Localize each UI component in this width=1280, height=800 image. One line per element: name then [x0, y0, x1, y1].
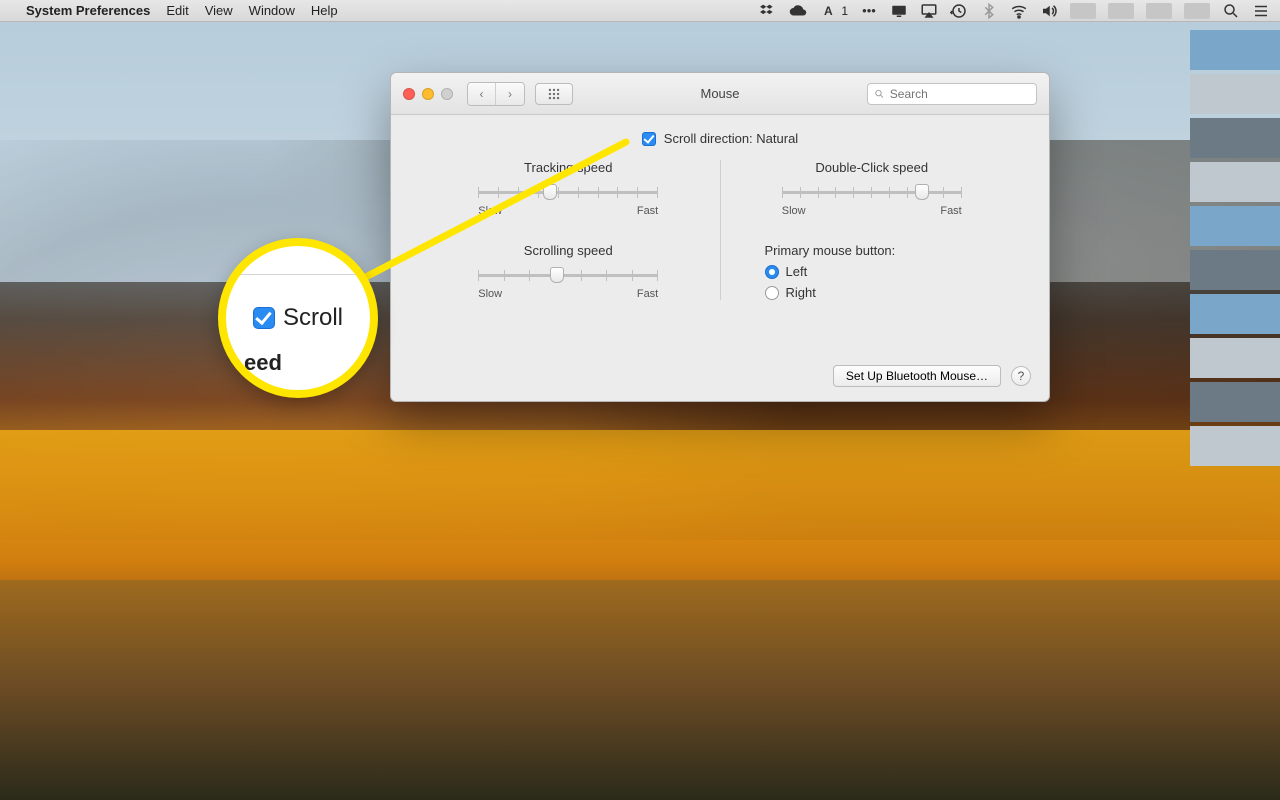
search-field-wrap[interactable]	[867, 83, 1037, 105]
wifi-icon[interactable]	[1010, 2, 1028, 20]
scroll-direction-label: Scroll direction: Natural	[664, 131, 798, 146]
window-zoom-button	[441, 88, 453, 100]
airplay-icon[interactable]	[920, 2, 938, 20]
nav-forward-button[interactable]: ›	[496, 83, 524, 105]
menu-help[interactable]: Help	[311, 3, 338, 18]
primary-right-radio[interactable]: Right	[765, 285, 816, 300]
volume-icon[interactable]	[1040, 2, 1058, 20]
callout-text: Scroll	[283, 304, 343, 332]
tracking-fast-label: Fast	[637, 205, 658, 217]
doubleclick-fast-label: Fast	[940, 205, 961, 217]
primary-button-label: Primary mouse button:	[765, 243, 896, 258]
scrolling-fast-label: Fast	[637, 288, 658, 300]
search-input[interactable]	[890, 87, 1030, 101]
doubleclick-speed-slider[interactable]	[782, 181, 962, 203]
menu-bar: System Preferences Edit View Window Help…	[0, 0, 1280, 22]
scroll-direction-checkbox[interactable]	[642, 132, 656, 146]
callout-magnifier: Scroll eed	[218, 238, 378, 398]
primary-left-label: Left	[786, 264, 808, 279]
scrolling-speed-slider[interactable]	[478, 264, 658, 286]
scrolling-slow-label: Slow	[478, 288, 502, 300]
scrolling-speed-label: Scrolling speed	[524, 243, 613, 258]
callout-checkbox-icon	[253, 307, 275, 329]
menu-view[interactable]: View	[205, 3, 233, 18]
timemachine-icon[interactable]	[950, 2, 968, 20]
more-icon[interactable]: •••	[860, 2, 878, 20]
spotlight-icon[interactable]	[1222, 2, 1240, 20]
help-button[interactable]: ?	[1011, 366, 1031, 386]
show-all-button[interactable]	[535, 83, 573, 105]
primary-left-radio[interactable]: Left	[765, 264, 816, 279]
window-titlebar: ‹ › Mouse	[391, 73, 1049, 115]
tracking-slow-label: Slow	[478, 205, 502, 217]
doubleclick-speed-label: Double-Click speed	[815, 160, 928, 175]
menu-obscured-item	[1108, 3, 1134, 19]
display-icon[interactable]	[890, 2, 908, 20]
bluetooth-icon[interactable]	[980, 2, 998, 20]
radio-dot-icon	[765, 286, 779, 300]
menu-obscured-item	[1070, 3, 1096, 19]
menu-edit[interactable]: Edit	[166, 3, 188, 18]
menu-obscured-item	[1184, 3, 1210, 19]
radio-dot-icon	[765, 265, 779, 279]
primary-right-label: Right	[786, 285, 816, 300]
window-minimize-button[interactable]	[422, 88, 434, 100]
mouse-preferences-window: ‹ › Mouse Scroll direction: Natural Trac…	[390, 72, 1050, 402]
search-icon	[874, 88, 885, 100]
nav-back-forward: ‹ ›	[467, 82, 525, 106]
obscured-region	[1190, 30, 1280, 466]
tracking-speed-label: Tracking speed	[524, 160, 612, 175]
window-title: Mouse	[573, 86, 867, 101]
adobe-icon[interactable]: A	[819, 2, 837, 20]
menu-window[interactable]: Window	[249, 3, 295, 18]
tracking-speed-slider[interactable]	[478, 181, 658, 203]
notification-center-icon[interactable]	[1252, 2, 1270, 20]
nav-back-button[interactable]: ‹	[468, 83, 496, 105]
menu-app-name[interactable]: System Preferences	[26, 3, 150, 18]
window-close-button[interactable]	[403, 88, 415, 100]
callout-fragment-text: eed	[244, 350, 282, 376]
setup-bluetooth-mouse-button[interactable]: Set Up Bluetooth Mouse…	[833, 365, 1001, 387]
cloud-icon[interactable]	[789, 2, 807, 20]
menu-obscured-item	[1146, 3, 1172, 19]
doubleclick-slow-label: Slow	[782, 205, 806, 217]
dropbox-icon[interactable]	[759, 2, 777, 20]
adobe-badge-count: 1	[841, 4, 848, 18]
column-divider	[720, 160, 721, 300]
